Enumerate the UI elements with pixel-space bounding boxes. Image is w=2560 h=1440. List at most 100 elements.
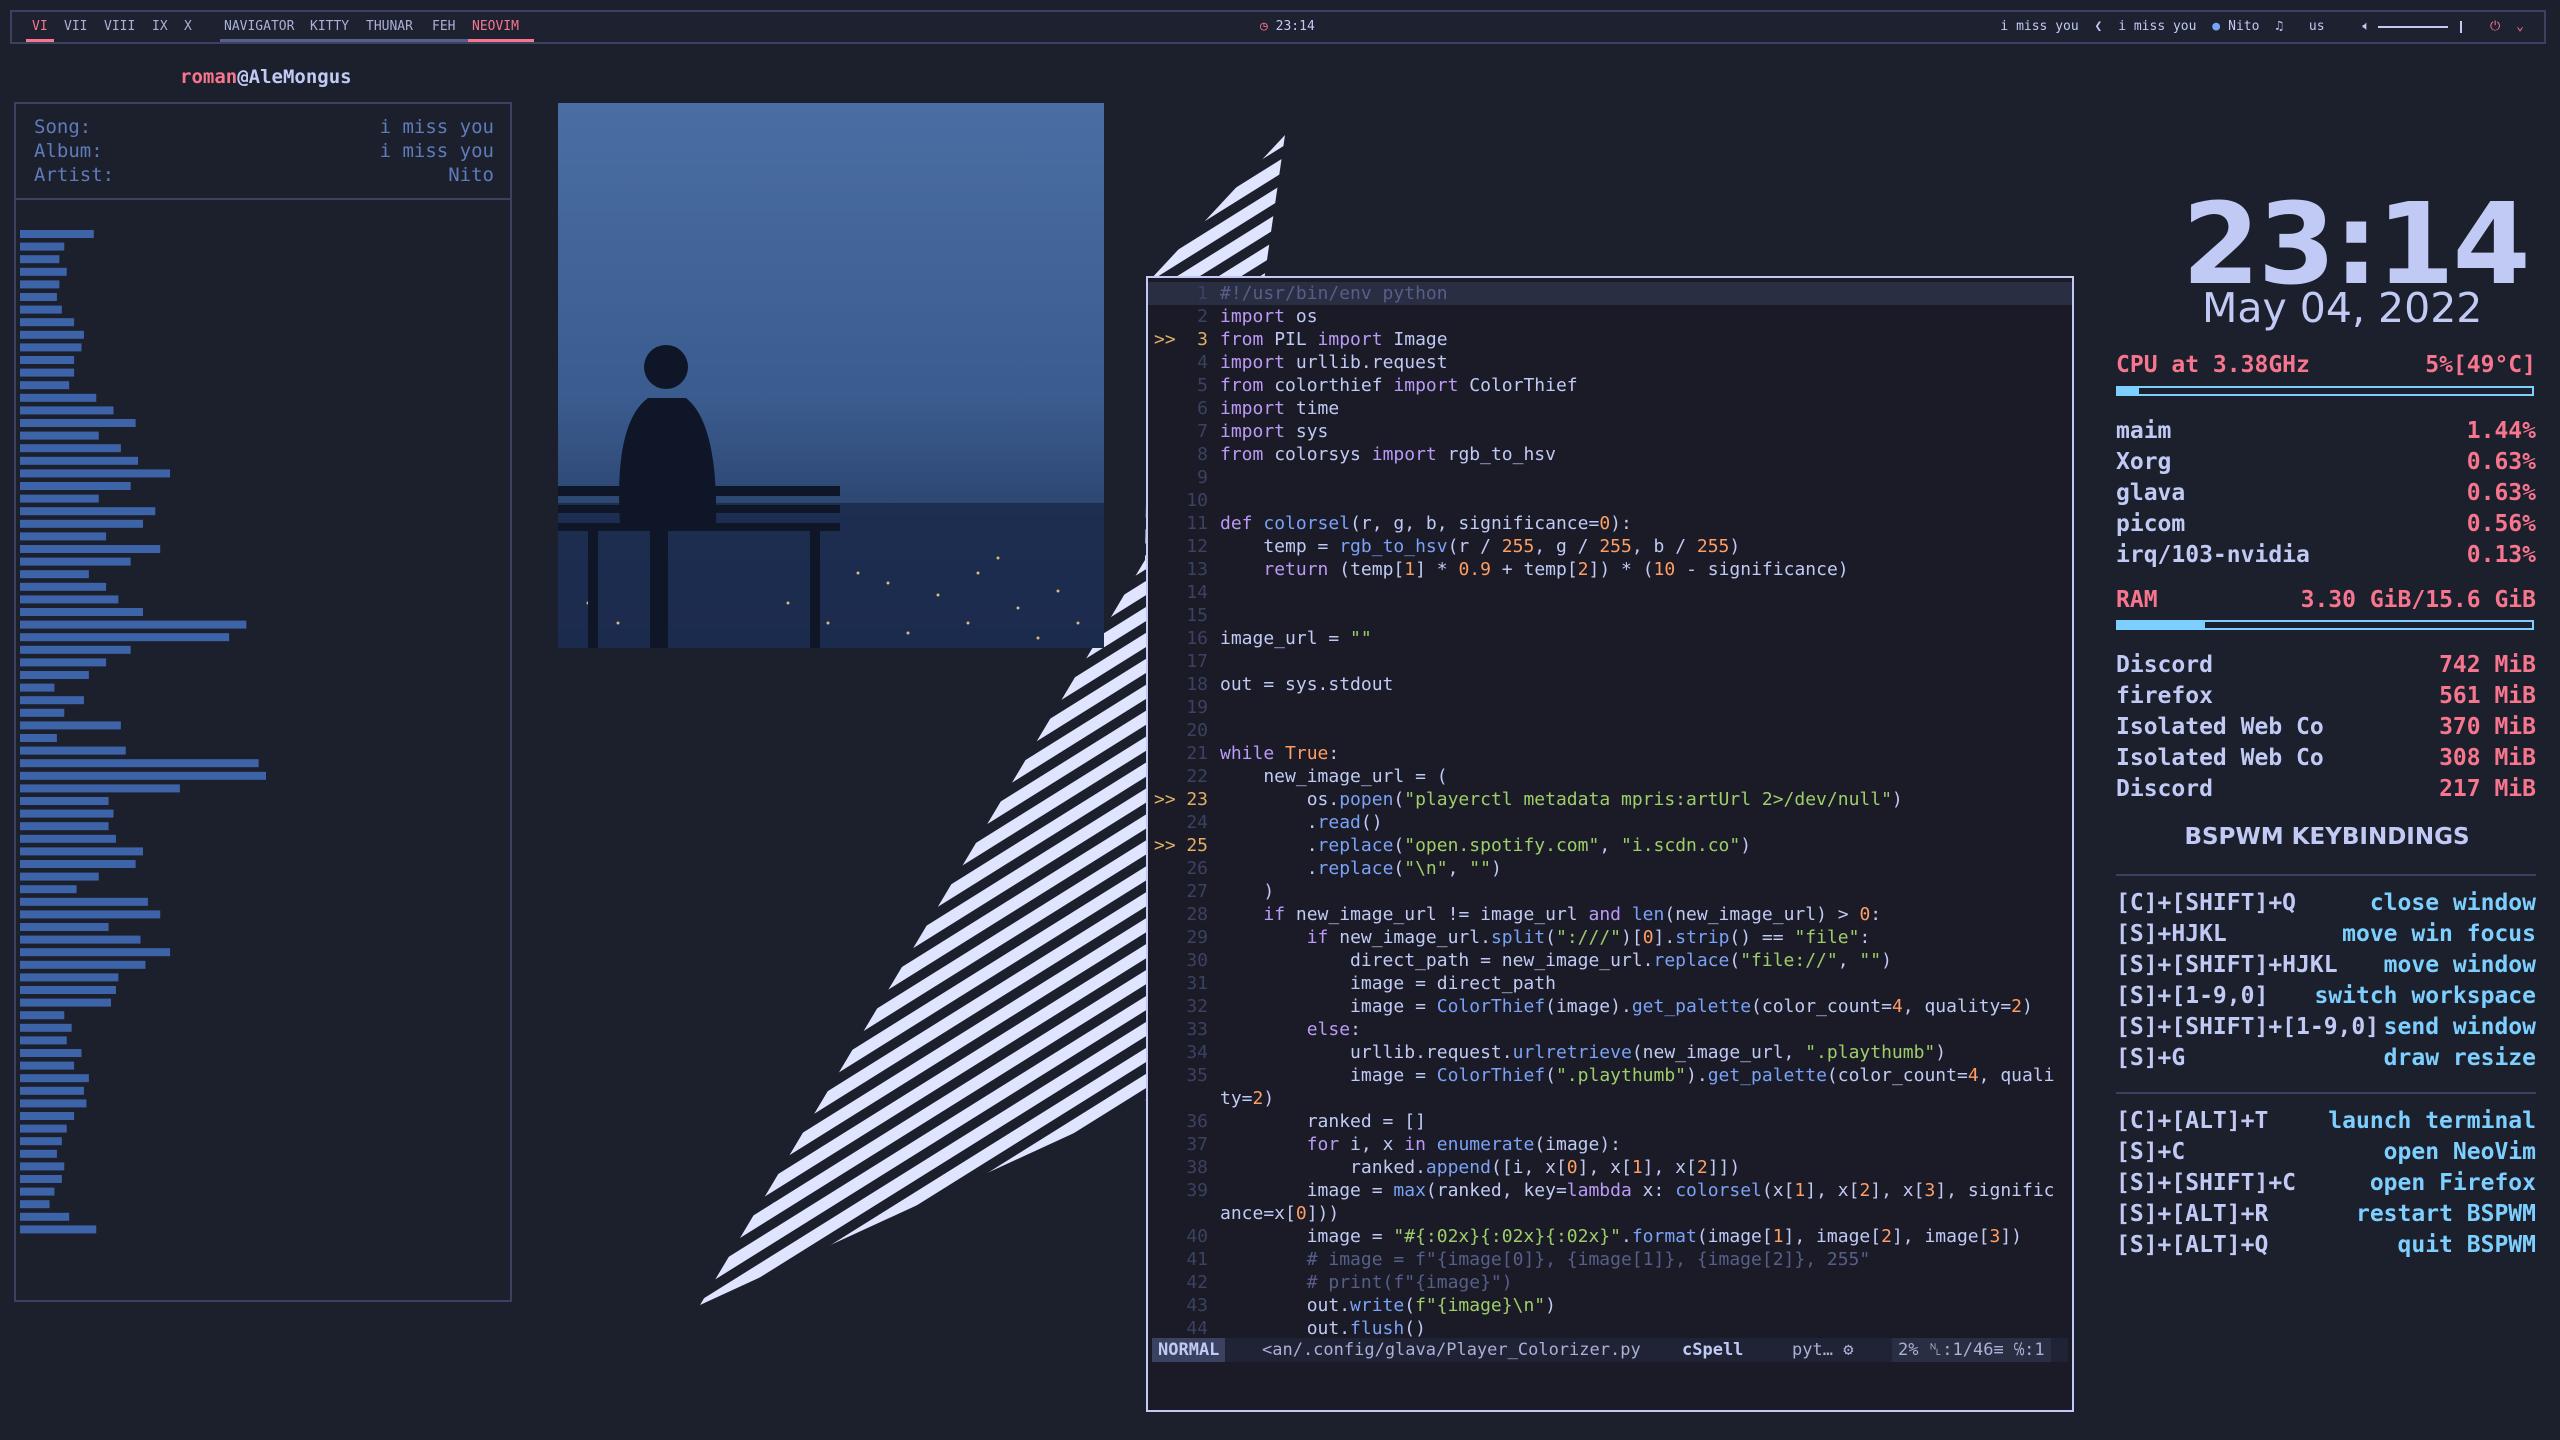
keybinding-row-name: [S]+[ALT]+R — [2116, 1201, 2269, 1227]
code-line[interactable]: 28 if new_image_url != image_url and len… — [1148, 903, 2072, 926]
workspace-vii[interactable]: VII — [64, 12, 87, 42]
power-icon[interactable]: ⏻ — [2490, 19, 2500, 34]
code-line[interactable]: ance=x[0])) — [1148, 1202, 2072, 1225]
volume-icon[interactable]: 🔈︎ — [2362, 19, 2370, 34]
code-line[interactable]: >> 23 os.popen("playerctl metadata mpris:… — [1148, 788, 2072, 811]
app-navigator[interactable]: NAVIGATOR — [224, 12, 294, 42]
keyboard-layout[interactable]: us — [2309, 19, 2325, 34]
visualizer-bar — [20, 293, 57, 301]
code-line[interactable]: 7 import sys — [1148, 420, 2072, 443]
code-line[interactable]: 1 #!/usr/bin/env python — [1148, 282, 2072, 305]
cpu-process-row: picom 0.56% — [2116, 509, 2536, 539]
visualizer-bar — [20, 582, 107, 591]
code-line[interactable]: 39 image = max(ranked, key=lambda x: col… — [1148, 1179, 2072, 1202]
line-number: 44 — [1186, 1318, 1208, 1339]
code-line[interactable]: 19 — [1148, 696, 2072, 719]
line-text: #!/usr/bin/env python — [1220, 283, 1448, 304]
workspace-x[interactable]: X — [184, 12, 192, 42]
code-line[interactable]: 6 import time — [1148, 397, 2072, 420]
cpu-bar — [2116, 386, 2534, 396]
code-line[interactable]: 8 from colorsys import rgb_to_hsv — [1148, 443, 2072, 466]
visualizer-bar — [20, 1049, 82, 1057]
keybinding-row: [C]+[ALT]+T launch terminal — [2116, 1106, 2536, 1136]
code-line[interactable]: 32 image = ColorThief(image).get_palette… — [1148, 995, 2072, 1018]
app-feh[interactable]: FEH — [432, 12, 455, 42]
line-text: import sys — [1220, 421, 1329, 442]
chevron-down-icon[interactable]: ⌄ — [2516, 19, 2524, 34]
code-line[interactable]: 16 image_url = "" — [1148, 627, 2072, 650]
code-line[interactable]: 34 urllib.request.urlretrieve(new_image_… — [1148, 1041, 2072, 1064]
workspace-viii[interactable]: VIII — [104, 12, 135, 42]
code-line[interactable]: 38 ranked.append([i, x[0], x[1], x[2]]) — [1148, 1156, 2072, 1179]
now-playing-title[interactable]: i miss you — [2000, 19, 2078, 34]
code-line[interactable]: 13 return (temp[1] * 0.9 + temp[2]) * (1… — [1148, 558, 2072, 581]
app-thunar[interactable]: THUNAR — [366, 12, 413, 42]
code-line[interactable]: 26 .replace("\n", "") — [1148, 857, 2072, 880]
code-line[interactable]: 9 — [1148, 466, 2072, 489]
keybinding-row: [S]+[SHIFT]+C open Firefox — [2116, 1168, 2536, 1198]
code-line[interactable]: 35 image = ColorThief(".playthumb").get_… — [1148, 1064, 2072, 1087]
line-text: import time — [1220, 398, 1340, 419]
app-kitty[interactable]: KITTY — [310, 12, 349, 42]
line-text: urllib.request.urlretrieve(new_image_url… — [1220, 1042, 1947, 1063]
code-line[interactable]: 17 — [1148, 650, 2072, 673]
code-line[interactable]: 14 — [1148, 581, 2072, 604]
keybinding-row-name: [S]+[SHIFT]+C — [2116, 1170, 2297, 1196]
visualizer-bar — [20, 658, 107, 667]
code-line[interactable]: 27 ) — [1148, 880, 2072, 903]
line-text: ance=x[0])) — [1220, 1203, 1340, 1224]
code-line[interactable]: 11 def colorsel(r, g, b, significance=0): — [1148, 512, 2072, 535]
workspace-ix[interactable]: IX — [152, 12, 168, 42]
now-playing-album: i miss you — [2118, 19, 2197, 34]
code-line[interactable]: 12 temp = rgb_to_hsv(r / 255, g / 255, b… — [1148, 535, 2072, 558]
visualizer-bar — [20, 923, 109, 931]
code-line[interactable]: ty=2) — [1148, 1087, 2072, 1110]
visualizer-bar — [20, 343, 82, 352]
visualizer-bar — [20, 1112, 75, 1120]
volume-slider-knob[interactable] — [2460, 20, 2463, 33]
code-line[interactable]: 36 ranked = [] — [1148, 1110, 2072, 1133]
line-number: 34 — [1186, 1042, 1208, 1063]
volume-slider[interactable] — [2378, 25, 2449, 28]
code-area[interactable]: 1 #!/usr/bin/env python 2 import os >> 3 from … — [1148, 282, 2072, 1340]
code-line[interactable]: 2 import os — [1148, 305, 2072, 328]
code-line[interactable]: 10 — [1148, 489, 2072, 512]
neovim-window[interactable]: 1 #!/usr/bin/env python 2 import os >> 3 from … — [1146, 276, 2074, 1412]
visualizer-bar — [20, 910, 161, 919]
line-text: from colorthief import ColorThief — [1220, 375, 1578, 396]
code-line[interactable]: 15 — [1148, 604, 2072, 627]
line-text: out.write(f"{image}\n") — [1220, 1295, 1556, 1316]
visualizer-bar — [20, 847, 143, 856]
topbar-clock-text: 23:14 — [1275, 19, 1315, 34]
app-neovim[interactable]: NEOVIM — [472, 12, 519, 42]
code-line[interactable]: 31 image = direct_path — [1148, 972, 2072, 995]
keybinding-row-value: launch terminal — [2328, 1108, 2536, 1134]
code-line[interactable]: 30 direct_path = new_image_url.replace("… — [1148, 949, 2072, 972]
code-line[interactable]: 29 if new_image_url.split(":///")[0].str… — [1148, 926, 2072, 949]
artist-label: Artist: — [34, 164, 115, 186]
code-line[interactable]: 42 # print(f"{image}") — [1148, 1271, 2072, 1294]
code-line[interactable]: 44 out.flush() — [1148, 1317, 2072, 1340]
code-line[interactable]: >> 3 from PIL import Image — [1148, 328, 2072, 351]
play-icon[interactable]: ● — [2212, 19, 2220, 34]
code-line[interactable]: 33 else: — [1148, 1018, 2072, 1041]
code-line[interactable]: 37 for i, x in enumerate(image): — [1148, 1133, 2072, 1156]
keybinding-row: [C]+[SHIFT]+Q close window — [2116, 888, 2536, 918]
code-line[interactable]: 21 while True: — [1148, 742, 2072, 765]
code-line[interactable]: 43 out.write(f"{image}\n") — [1148, 1294, 2072, 1317]
code-line[interactable]: 24 .read() — [1148, 811, 2072, 834]
workspace-vi[interactable]: VI — [32, 12, 48, 42]
line-number: 2 — [1197, 306, 1208, 327]
code-line[interactable]: 22 new_image_url = ( — [1148, 765, 2072, 788]
code-line[interactable]: 20 — [1148, 719, 2072, 742]
line-text: for i, x in enumerate(image): — [1306, 1134, 1622, 1155]
prev-track-icon[interactable]: ❮ — [2095, 19, 2103, 34]
code-line[interactable]: 4 import urllib.request — [1148, 351, 2072, 374]
host-name: @AleMongus — [237, 66, 352, 88]
code-line[interactable]: 5 from colorthief import ColorThief — [1148, 374, 2072, 397]
code-line[interactable]: 40 image = "#{:02x}{:02x}{:02x}".format(… — [1148, 1225, 2072, 1248]
code-line[interactable]: >> 25 .replace("open.spotify.com", "i.scd… — [1148, 834, 2072, 857]
memory-process-row-name: firefox — [2116, 683, 2213, 709]
code-line[interactable]: 18 out = sys.stdout — [1148, 673, 2072, 696]
code-line[interactable]: 41 # image = f"{image[0]}, {image[1]}, {… — [1148, 1248, 2072, 1271]
